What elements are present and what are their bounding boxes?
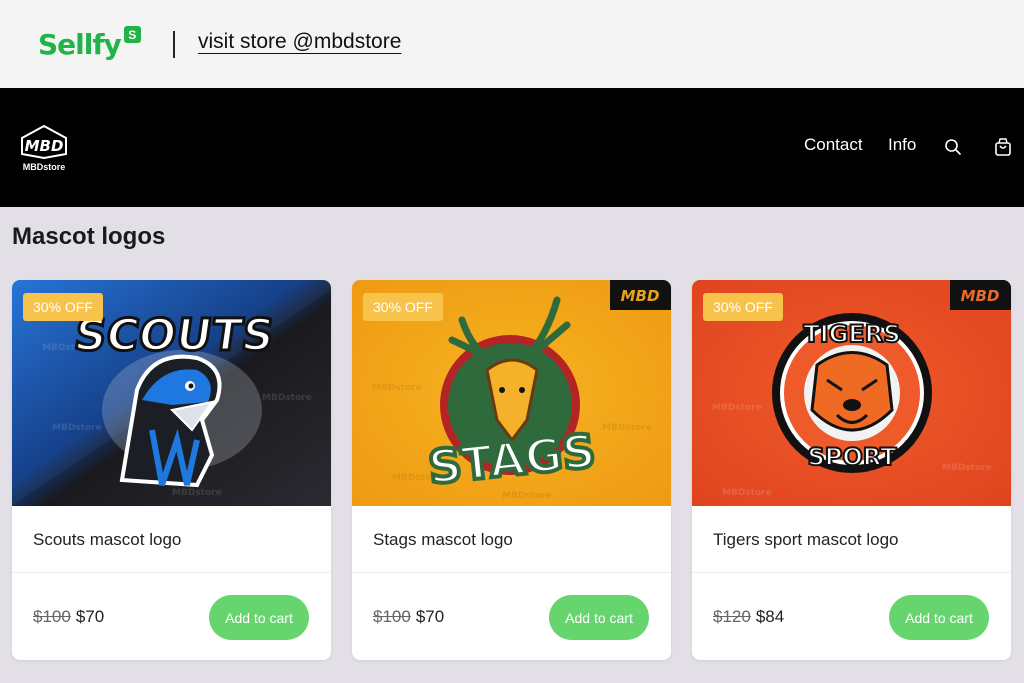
nav-info[interactable]: Info [888, 135, 916, 155]
sellfy-logo-badge: S [123, 26, 141, 43]
sport-logo-text: SPORT [807, 443, 897, 471]
sale-price: $70 [75, 607, 105, 626]
add-to-cart-button[interactable]: Add to cart [889, 595, 989, 640]
add-to-cart-button[interactable]: Add to cart [549, 595, 649, 640]
sellfy-top-bar: Sellfy S visit store @mbdstore [0, 0, 1024, 88]
svg-text:MBDstore: MBDstore [262, 393, 312, 403]
original-price: $120 [713, 607, 751, 626]
product-card[interactable]: MBDstore MBDstore MBDstore MBD TIGERS SP… [692, 280, 1011, 660]
svg-text:MBDstore: MBDstore [602, 423, 652, 433]
search-icon[interactable] [943, 137, 963, 157]
divider [692, 572, 1011, 573]
svg-text:MBDstore: MBDstore [372, 383, 422, 393]
product-title[interactable]: Scouts mascot logo [33, 530, 181, 550]
product-card[interactable]: MBDstore MBDstore MBDstore MBDstore SCOU… [12, 280, 331, 660]
product-price: $120 $84 [713, 607, 784, 627]
corner-watermark: MBD [961, 287, 1000, 305]
discount-badge: 30% OFF [703, 293, 783, 321]
svg-text:MBDstore: MBDstore [172, 488, 222, 498]
svg-text:MBDstore: MBDstore [942, 463, 992, 473]
visit-store-link[interactable]: visit store @mbdstore [198, 30, 401, 54]
nav-contact[interactable]: Contact [804, 135, 863, 155]
original-price: $100 [33, 607, 71, 626]
product-title[interactable]: Tigers sport mascot logo [713, 530, 899, 550]
store-header: MBD MBDstore Contact Info [0, 88, 1024, 207]
sale-price: $84 [755, 607, 785, 626]
tigers-logo-text: TIGERS [803, 320, 900, 348]
product-price: $100 $70 [373, 607, 444, 627]
shopping-bag-icon[interactable] [993, 137, 1013, 157]
discount-badge: 30% OFF [23, 293, 103, 321]
svg-text:MBDstore: MBDstore [722, 488, 772, 498]
product-image-stags[interactable]: MBDstore MBDstore MBDstore MBDstore MBD … [352, 280, 671, 506]
divider [352, 572, 671, 573]
product-image-scouts[interactable]: MBDstore MBDstore MBDstore MBDstore SCOU… [12, 280, 331, 506]
add-to-cart-button[interactable]: Add to cart [209, 595, 309, 640]
original-price: $100 [373, 607, 411, 626]
divider [173, 31, 175, 58]
section-title: Mascot logos [12, 223, 166, 250]
svg-text:MBDstore: MBDstore [52, 423, 102, 433]
store-logo-monogram: MBD [25, 137, 64, 155]
divider [12, 572, 331, 573]
discount-badge: 30% OFF [363, 293, 443, 321]
store-logo-text: MBDstore [22, 162, 66, 172]
store-logo[interactable]: MBD MBDstore [16, 124, 72, 174]
sale-price: $70 [415, 607, 445, 626]
sellfy-logo-text: Sellfy [38, 28, 122, 61]
svg-text:MBDstore: MBDstore [502, 491, 552, 501]
mbd-monogram-icon: MBD [21, 124, 67, 160]
product-title[interactable]: Stags mascot logo [373, 530, 513, 550]
product-image-tigers[interactable]: MBDstore MBDstore MBDstore MBD TIGERS SP… [692, 280, 1011, 506]
sellfy-logo[interactable]: Sellfy S [38, 26, 141, 66]
product-card[interactable]: MBDstore MBDstore MBDstore MBDstore MBD … [352, 280, 671, 660]
product-price: $100 $70 [33, 607, 104, 627]
corner-watermark: MBD [621, 287, 660, 305]
svg-text:MBDstore: MBDstore [712, 403, 762, 413]
